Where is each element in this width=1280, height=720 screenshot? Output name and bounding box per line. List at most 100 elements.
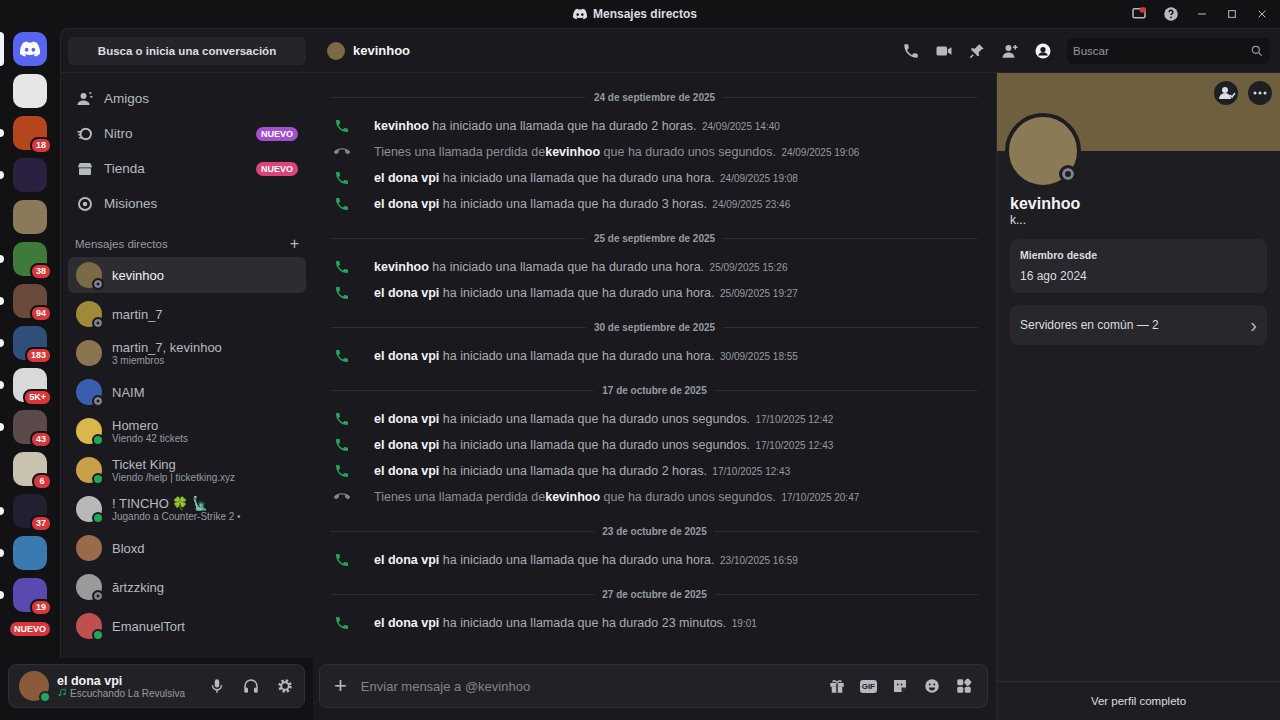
nav-item[interactable]: Tienda NUEVO: [68, 151, 306, 186]
new-dm-button[interactable]: +: [290, 235, 299, 253]
help-icon[interactable]: [1162, 5, 1180, 23]
dm-item[interactable]: Bloxd: [68, 530, 306, 566]
server-icon[interactable]: [13, 200, 47, 234]
gif-button[interactable]: GIF: [860, 680, 877, 693]
search-icon: [1250, 44, 1264, 58]
user-name[interactable]: el dona vpi: [374, 349, 439, 363]
nitro-icon: [76, 125, 94, 143]
search-button[interactable]: Busca o inicia una conversación: [68, 37, 306, 65]
user-name[interactable]: kevinhoo: [545, 490, 600, 504]
close-icon[interactable]: [1254, 6, 1270, 22]
dm-item[interactable]: EmanuelTort: [68, 608, 306, 644]
dm-item[interactable]: Ticket King Viendo /help | ticketking.xy…: [68, 452, 306, 488]
user-name[interactable]: el dona vpi: [374, 286, 439, 300]
new-badge: NUEVO: [256, 127, 298, 141]
status-dot: [92, 434, 104, 446]
user-name[interactable]: kevinhoo: [374, 119, 429, 133]
title-bar: Mensajes directos: [0, 0, 1280, 28]
server-icon[interactable]: [13, 74, 47, 108]
status-dot: [39, 691, 51, 703]
add-friend-icon[interactable]: [1214, 81, 1238, 105]
user-name[interactable]: el dona vpi: [374, 438, 439, 452]
user-name[interactable]: el dona vpi: [374, 171, 439, 185]
call-icon: [334, 411, 350, 427]
dm-item[interactable]: Homero Viendo 42 tickets: [68, 413, 306, 449]
discord-window: Mensajes directos 18 38 94 183 5K+ 43 6 …: [0, 0, 1280, 720]
server-icon[interactable]: [13, 158, 47, 192]
mention-badge: 183: [25, 347, 52, 364]
user-profile-icon[interactable]: [1034, 42, 1052, 60]
add-member-icon[interactable]: [1001, 42, 1019, 60]
window-title: Mensajes directos: [573, 7, 697, 21]
call-event: el dona vpi ha iniciado una llamada que …: [331, 432, 978, 458]
user-name[interactable]: el dona vpi: [374, 553, 439, 567]
user-name[interactable]: el dona vpi: [374, 464, 439, 478]
video-call-icon[interactable]: [935, 42, 953, 60]
message-list: 24 de septiembre de 2025 kevinhoo ha ini…: [313, 73, 996, 658]
user-name[interactable]: el dona vpi: [374, 412, 439, 426]
avatar: [76, 535, 102, 561]
user-name[interactable]: el dona vpi: [374, 197, 439, 211]
dm-item[interactable]: ! TINCHO 🍀 🗽 Jugando a Counter-Strike 2 …: [68, 491, 306, 527]
headphones-icon[interactable]: [242, 677, 260, 695]
call-icon: [334, 170, 350, 186]
profile-name: kevinhoo: [1010, 195, 1267, 213]
search-input[interactable]: Buscar: [1067, 38, 1270, 64]
emoji-icon[interactable]: [923, 677, 941, 695]
sticker-icon[interactable]: [891, 677, 909, 695]
dm-item[interactable]: martin_7, kevinhoo 3 miembros: [68, 335, 306, 371]
unread-indicator: [0, 339, 4, 347]
microphone-icon[interactable]: [208, 677, 226, 695]
voice-call-icon[interactable]: [902, 42, 920, 60]
call-icon: [334, 259, 350, 275]
message-input[interactable]: Enviar mensaje a @kevinhoo: [361, 679, 814, 694]
gift-icon[interactable]: [828, 677, 846, 695]
music-icon: [57, 688, 67, 698]
mention-badge: 37: [30, 515, 52, 532]
nav-item[interactable]: Amigos: [68, 81, 306, 116]
dm-item[interactable]: ărtzzking: [68, 569, 306, 605]
user-name[interactable]: kevinhoo: [545, 145, 600, 159]
pin-icon[interactable]: [968, 42, 986, 60]
attach-button[interactable]: +: [334, 675, 347, 697]
status-dot: [92, 512, 104, 524]
user-panel: el dona vpi Escuchando La Revulsiva: [8, 664, 305, 708]
unread-indicator: [0, 255, 4, 263]
minimize-icon[interactable]: [1194, 6, 1210, 22]
chat-header: kevinhoo Buscar: [313, 29, 1280, 73]
call-icon: [334, 285, 350, 301]
chat-panel: 24 de septiembre de 2025 kevinhoo ha ini…: [313, 73, 996, 720]
home-button[interactable]: [13, 32, 47, 66]
profile-panel: kevinhoo k... Miembro desde 16 ago 2024 …: [996, 73, 1280, 720]
call-icon: [334, 463, 350, 479]
inbox-icon[interactable]: [1130, 5, 1148, 23]
common-servers-button[interactable]: Servidores en común — 2 ›: [1010, 305, 1267, 345]
settings-gear-icon[interactable]: [276, 677, 294, 695]
avatar: [76, 340, 102, 366]
user-name[interactable]: el dona vpi: [374, 616, 439, 630]
selected-indicator: [0, 32, 4, 66]
nav-item[interactable]: Misiones: [68, 186, 306, 221]
apps-icon[interactable]: [955, 677, 973, 695]
discord-logo-icon: [20, 39, 40, 59]
dm-item[interactable]: martin_7: [68, 296, 306, 332]
status-dot: [92, 590, 104, 602]
date-divider: 24 de septiembre de 2025: [331, 87, 978, 107]
dm-item[interactable]: NAIM: [68, 374, 306, 410]
avatar: [327, 42, 345, 60]
server-icon[interactable]: [13, 536, 47, 570]
user-name[interactable]: kevinhoo: [374, 260, 429, 274]
missed-call-icon: [334, 489, 350, 505]
new-badge[interactable]: NUEVO: [10, 622, 50, 636]
call-icon: [334, 118, 350, 134]
member-since-card: Miembro desde 16 ago 2024: [1010, 239, 1267, 293]
maximize-icon[interactable]: [1224, 6, 1240, 22]
discord-logo-icon: [573, 7, 587, 21]
more-options-icon[interactable]: [1248, 81, 1272, 105]
full-profile-button[interactable]: Ver perfil completo: [997, 681, 1280, 720]
unread-indicator: [0, 381, 4, 389]
nav-item[interactable]: Nitro NUEVO: [68, 116, 306, 151]
dm-sidebar: Busca o inicia una conversación Amigos N…: [60, 28, 313, 658]
dm-item[interactable]: kevinhoo: [68, 257, 306, 293]
friends-icon: [76, 90, 94, 108]
